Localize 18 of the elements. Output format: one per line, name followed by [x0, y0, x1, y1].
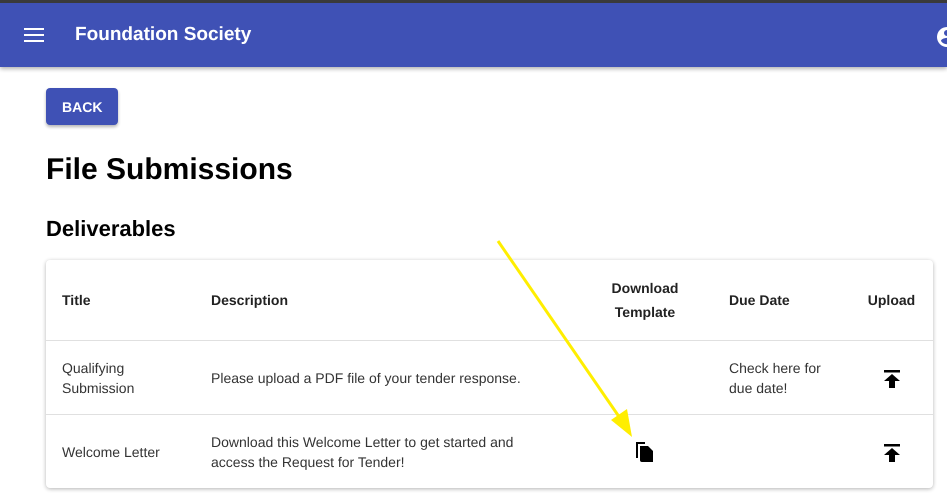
table-cell-text: Welcome Letter	[62, 442, 160, 462]
back-button[interactable]: BACK	[46, 88, 118, 125]
app-title: Foundation Society	[75, 24, 252, 46]
column-header: Description	[211, 292, 288, 308]
upload-icon[interactable]	[884, 444, 900, 462]
upload-icon[interactable]	[884, 370, 900, 388]
table-cell: Check here for due date!	[729, 360, 821, 396]
table-cell-text: Please upload a PDF file of your tender response.	[211, 368, 522, 388]
column-header: Title	[62, 292, 91, 308]
table-cell-text: Qualifying Submission	[62, 358, 136, 398]
section-title: Deliverables	[46, 215, 177, 243]
column-header: Due Date	[729, 292, 790, 308]
column-header: Download Template	[610, 279, 680, 322]
column-header: Upload	[868, 292, 916, 308]
table-cell-text: Download this Welcome Letter to get started and access the Request for Tender!	[211, 432, 514, 472]
document-icon[interactable]	[635, 440, 655, 463]
page-title: File Submissions	[46, 152, 294, 188]
menu-icon[interactable]	[24, 28, 44, 42]
